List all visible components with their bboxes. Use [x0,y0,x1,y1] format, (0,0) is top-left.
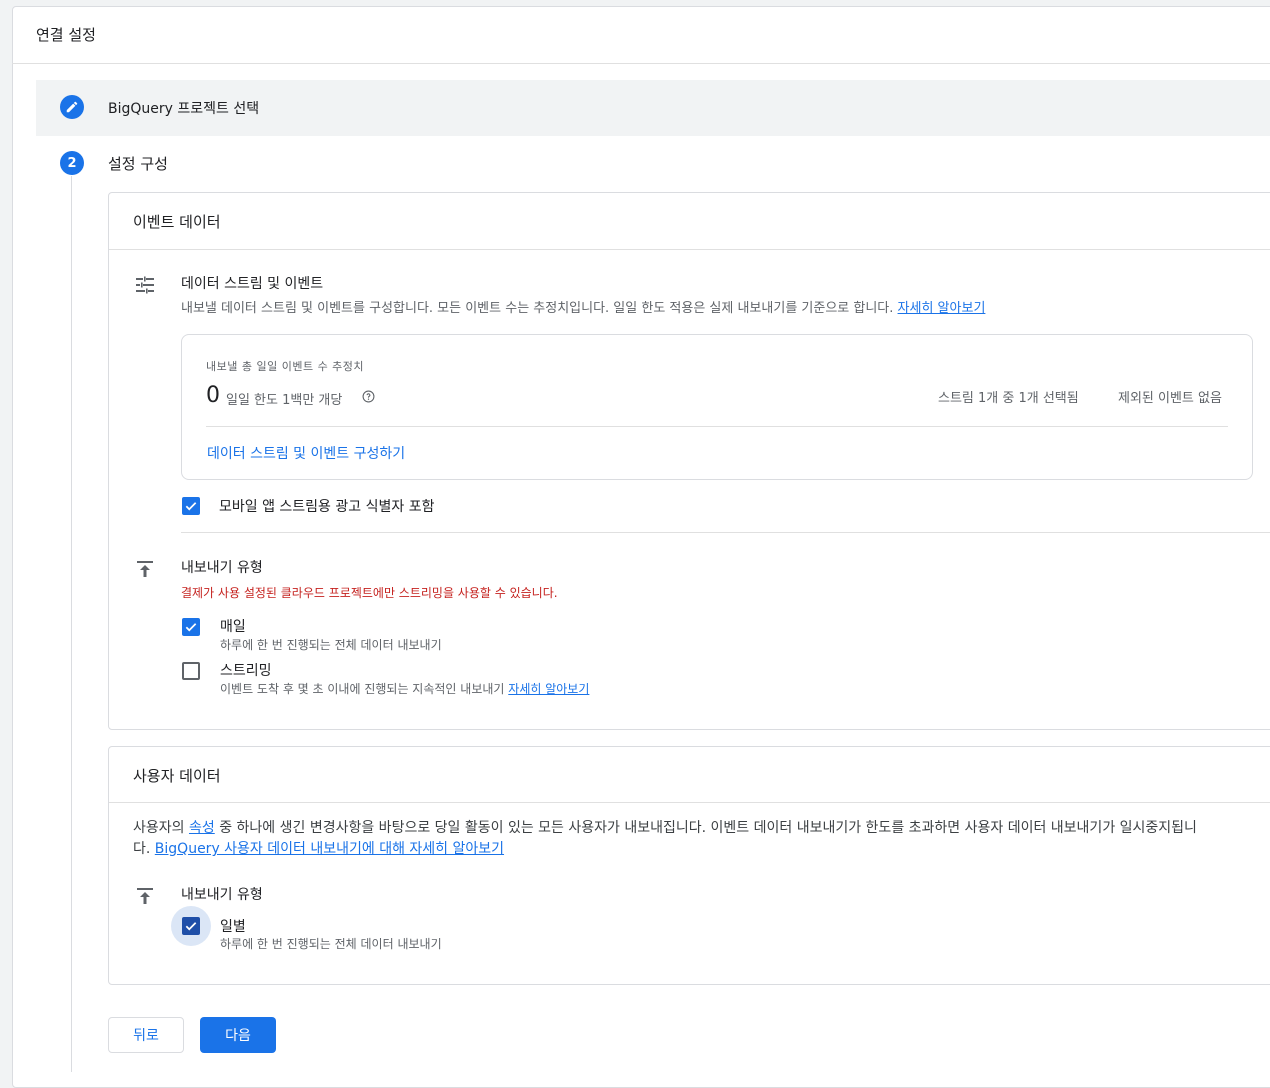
export-upload-icon [137,888,153,904]
property-link[interactable]: 속성 [189,820,215,836]
help-circle-icon[interactable] [362,390,375,403]
excluded-events-text: 제외된 이벤트 없음 [1118,391,1222,406]
step-2-label: 설정 구성 [108,155,168,173]
user-daily-export-description: 하루에 한 번 진행되는 전체 데이터 내보내기 [220,937,442,951]
user-data-divider [109,802,1270,803]
back-button[interactable]: 뒤로 [108,1017,184,1053]
user-data-desc-prefix: 사용자의 [133,820,185,836]
header-divider [12,63,1270,64]
daily-export-description: 하루에 한 번 진행되는 전체 데이터 내보내기 [220,638,442,652]
streaming-export-description: 이벤트 도착 후 몇 초 이내에 진행되는 지속적인 내보내기 자세히 알아보기 [220,680,589,697]
step-connector-line [71,176,72,1072]
event-data-title: 이벤트 데이터 [133,213,221,231]
step-1-circle [60,95,84,119]
streaming-export-label: 스트리밍 [220,663,272,679]
user-data-desc-middle: 중 하나에 생긴 변경사항을 바탕으로 당일 활동이 있는 모든 사용자가 내보… [219,820,1197,836]
user-data-description-line1: 사용자의 속성 중 하나에 생긴 변경사항을 바탕으로 당일 활동이 있는 모든… [133,818,1197,839]
checkmark-icon [185,922,197,931]
streaming-export-checkbox[interactable] [182,662,200,680]
ad-id-checkbox-label: 모바일 앱 스트림용 광고 식별자 포함 [219,499,435,515]
streams-description: 내보낼 데이터 스트림 및 이벤트를 구성합니다. 모든 이벤트 수는 추정치입… [181,297,985,316]
user-export-type-title: 내보내기 유형 [181,887,263,903]
user-data-learn-more-link[interactable]: BigQuery 사용자 데이터 내보내기에 대해 자세히 알아보기 [155,841,504,857]
user-daily-export-checkbox[interactable] [182,917,200,935]
estimate-label: 내보낼 총 일일 이벤트 수 추정치 [206,360,365,373]
estimate-value: 0 [206,383,220,408]
checkmark-icon [185,623,197,632]
daily-limit-text: 일일 한도 1백만 개당 [226,393,343,408]
streams-title: 데이터 스트림 및 이벤트 [181,276,324,292]
daily-export-label: 매일 [220,619,246,635]
user-data-description-line2: 다. BigQuery 사용자 데이터 내보내기에 대해 자세히 알아보기 [133,839,504,860]
streaming-billing-warning: 결제가 사용 설정된 클라우드 프로젝트에만 스트리밍을 사용할 수 있습니다. [181,586,558,600]
checkmark-icon [185,502,197,511]
tune-icon [136,276,154,294]
daily-export-checkbox[interactable] [182,618,200,636]
export-upload-icon [137,561,153,577]
user-data-desc-line2-prefix: 다. [133,841,151,857]
event-export-type-title: 내보내기 유형 [181,560,263,576]
next-button[interactable]: 다음 [200,1017,276,1053]
streams-selected-text: 스트림 1개 중 1개 선택됨 [938,391,1079,406]
step-2-circle: 2 [60,151,84,175]
configure-streams-link[interactable]: 데이터 스트림 및 이벤트 구성하기 [207,443,405,463]
ad-id-checkbox[interactable] [182,497,200,515]
user-data-title: 사용자 데이터 [133,767,221,785]
page-title: 연결 설정 [36,26,96,44]
step-1-label: BigQuery 프로젝트 선택 [108,101,260,117]
streams-learn-more-link[interactable]: 자세히 알아보기 [898,301,986,316]
edit-pencil-icon [66,101,78,113]
streaming-learn-more-link[interactable]: 자세히 알아보기 [508,682,589,696]
estimate-divider [206,426,1228,427]
user-daily-export-label: 일별 [220,919,246,935]
event-data-divider [109,249,1270,250]
streaming-export-description-text: 이벤트 도착 후 몇 초 이내에 진행되는 지속적인 내보내기 [220,682,505,696]
streams-description-text: 내보낼 데이터 스트림 및 이벤트를 구성합니다. 모든 이벤트 수는 추정치입… [181,301,894,316]
export-type-divider [181,532,1270,533]
